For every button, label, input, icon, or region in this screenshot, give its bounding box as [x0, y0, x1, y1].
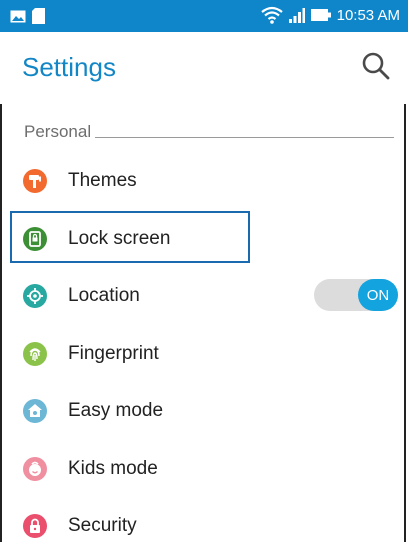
settings-item-fingerprint[interactable]: Fingerprint: [0, 325, 408, 383]
settings-item-label: Security: [68, 515, 137, 536]
easy-mode-icon: [23, 399, 47, 423]
settings-item-kids-mode[interactable]: Kids mode: [0, 440, 408, 498]
search-button[interactable]: [358, 48, 394, 84]
section-divider: [95, 136, 394, 138]
settings-item-themes[interactable]: Themes: [0, 152, 408, 210]
app-bar: Settings: [0, 32, 408, 104]
kids-mode-icon: [23, 456, 47, 481]
settings-item-security[interactable]: Security: [0, 497, 408, 555]
location-icon: [23, 284, 47, 308]
status-time: 10:53 AM: [336, 6, 400, 24]
battery-icon: [310, 9, 331, 21]
security-icon: [23, 514, 47, 538]
fingerprint-icon: [23, 341, 47, 366]
sd-card-icon: [32, 8, 45, 24]
settings-item-easy-mode[interactable]: Easy mode: [0, 382, 408, 440]
settings-item-label: Themes: [68, 170, 137, 191]
page-title: Settings: [22, 52, 116, 82]
settings-item-label: Kids mode: [68, 457, 158, 479]
section-label: Personal: [24, 122, 92, 141]
location-toggle-knob: ON: [358, 279, 398, 311]
focus-highlight: [10, 211, 250, 263]
themes-icon: [23, 169, 47, 193]
section-header-personal: Personal: [24, 122, 394, 142]
settings-item-label: Fingerprint: [68, 342, 159, 364]
search-icon: [362, 52, 390, 80]
image-icon: [10, 10, 26, 22]
status-bar: 10:53 AM: [0, 0, 408, 32]
location-toggle[interactable]: ON: [314, 279, 398, 311]
signal-icon: [288, 8, 305, 23]
settings-item-label: Easy mode: [68, 400, 164, 421]
settings-item-label: Location: [68, 285, 140, 306]
wifi-icon: [260, 6, 283, 24]
